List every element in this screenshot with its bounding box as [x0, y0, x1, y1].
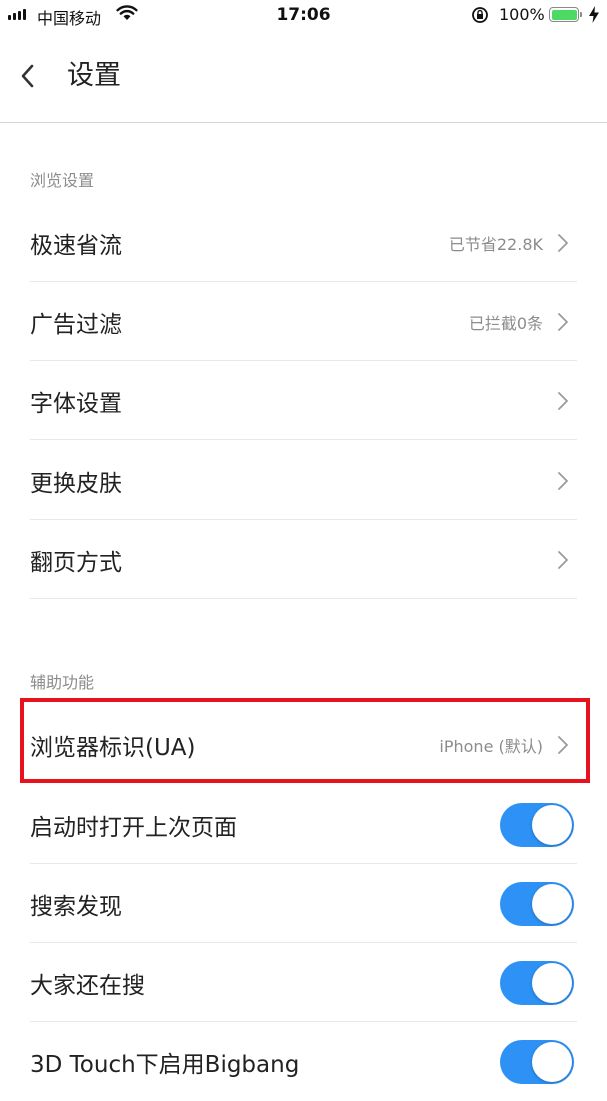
row-label: 搜索发现: [30, 893, 122, 920]
section-header-browse-settings: 浏览设置: [30, 171, 95, 190]
chevron-right-icon: [557, 233, 571, 253]
back-button[interactable]: [10, 58, 44, 94]
navigation-bar: 设置: [0, 30, 607, 123]
battery-percent: 100%: [499, 5, 545, 24]
settings-row-ad-filter[interactable]: 广告过滤 已拦截0条: [30, 282, 607, 361]
settings-row-data-saver[interactable]: 极速省流 已节省22.8K: [30, 203, 607, 282]
settings-row-3d-touch-bigbang: 3D Touch下启用Bigbang: [30, 1022, 607, 1101]
row-value: 已拦截0条: [468, 313, 543, 333]
row-label: 广告过滤: [30, 311, 122, 338]
restore-last-page-toggle[interactable]: [500, 802, 574, 847]
settings-row-page-turn-mode[interactable]: 翻页方式: [30, 520, 607, 599]
rotation-lock-icon: [472, 7, 488, 23]
chevron-right-icon: [557, 471, 571, 491]
settings-row-user-agent[interactable]: 浏览器标识(UA) iPhone (默认): [30, 705, 607, 784]
charging-bolt-icon: [589, 6, 599, 23]
chevron-right-icon: [557, 391, 571, 411]
chevron-left-icon: [21, 64, 34, 88]
chevron-right-icon: [557, 735, 571, 755]
chevron-right-icon: [557, 312, 571, 332]
row-label: 3D Touch下启用Bigbang: [30, 1051, 300, 1078]
settings-row-others-searching: 大家还在搜: [30, 943, 607, 1022]
row-label: 浏览器标识(UA): [30, 734, 196, 761]
row-label: 极速省流: [30, 232, 122, 259]
row-label: 大家还在搜: [30, 972, 145, 999]
settings-row-search-discovery: 搜索发现: [30, 864, 607, 943]
others-searching-toggle[interactable]: [500, 960, 574, 1005]
section-header-accessibility: 辅助功能: [30, 673, 95, 692]
battery-icon: [549, 7, 579, 22]
row-value: iPhone (默认): [439, 736, 543, 756]
row-value: 已节省22.8K: [448, 234, 543, 254]
row-label: 字体设置: [30, 390, 122, 417]
page-title: 设置: [67, 60, 121, 91]
settings-row-change-skin[interactable]: 更换皮肤: [30, 441, 607, 520]
row-label: 启动时打开上次页面: [30, 814, 237, 841]
search-discovery-toggle[interactable]: [500, 881, 574, 926]
divider: [30, 598, 577, 599]
row-label: 翻页方式: [30, 549, 122, 576]
status-bar: 中国移动 17:06 100%: [0, 0, 607, 30]
row-label: 更换皮肤: [30, 470, 122, 497]
divider: [30, 439, 577, 440]
settings-row-restore-last-page: 启动时打开上次页面: [30, 785, 607, 864]
settings-row-font-settings[interactable]: 字体设置: [30, 361, 607, 440]
3d-touch-bigbang-toggle[interactable]: [500, 1039, 574, 1084]
battery-tip: [580, 12, 582, 17]
chevron-right-icon: [557, 550, 571, 570]
